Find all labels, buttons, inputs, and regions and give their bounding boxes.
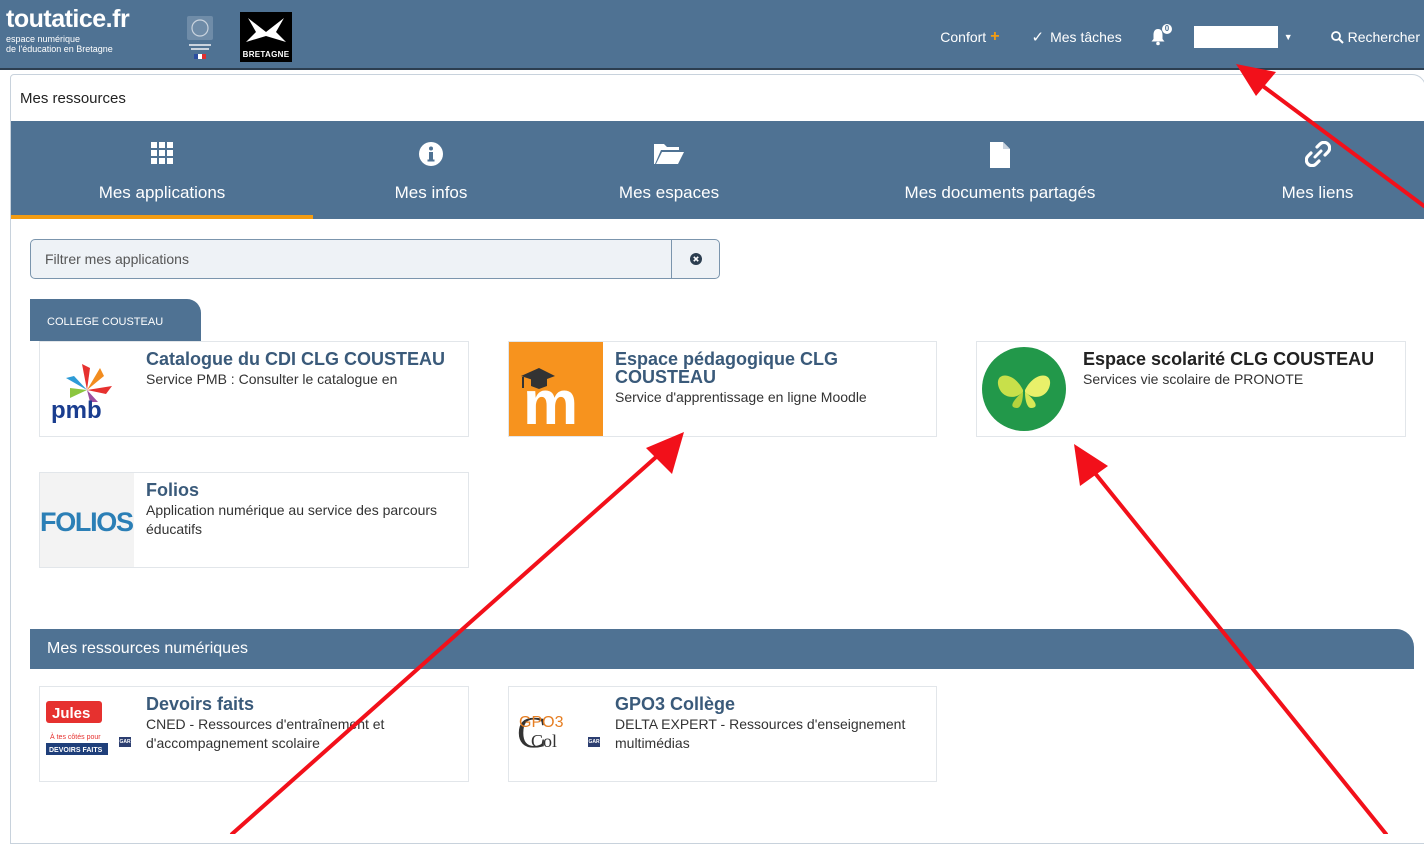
close-circle-icon: [689, 253, 702, 265]
moodle-logo-text: m: [523, 369, 578, 436]
filter-box: [30, 239, 720, 279]
search-label: Rechercher: [1347, 29, 1420, 45]
pronote-logo: [977, 342, 1071, 436]
resource-description: CNED - Ressources d'entraînement et d'ac…: [146, 716, 385, 751]
tab-label: Mes applications: [98, 183, 226, 202]
region-ermine-icon: [246, 18, 286, 42]
pmb-logo-icon: pmb: [51, 364, 112, 424]
gar-badge: GAR: [588, 737, 600, 747]
check-icon: ✓: [1031, 29, 1045, 46]
file-icon: [990, 142, 1010, 168]
pmb-logo-text: pmb: [51, 397, 102, 424]
pmb-logo: pmb: [40, 342, 134, 436]
resource-card-gpo3-college[interactable]: C GPO3 Col GAR GPO3 Collège DELTA EXPERT…: [508, 686, 937, 782]
republic-logo-icon: [187, 16, 213, 59]
resource-title: GPO3 Collège: [615, 694, 736, 714]
gpo3-logo-icon: C GPO3 Col: [517, 708, 564, 757]
gpo3-logo-text: GPO3: [519, 714, 564, 731]
group-college-cousteau: COLLEGE COUSTEAU: [30, 299, 201, 341]
tab-label: Mes infos: [394, 183, 468, 202]
moodle-logo: m: [509, 342, 603, 436]
resource-card-devoirs-faits[interactable]: Jules À tes côtés pour DEVOIRS FAITS GAR…: [39, 686, 469, 782]
filter-applications-input[interactable]: [31, 240, 671, 278]
gpo3-logo: C GPO3 Col GAR: [509, 687, 603, 781]
tasks-label: Mes tâches: [1050, 29, 1122, 45]
folios-logo: FOLIOS: [40, 473, 134, 567]
app-description: Services vie scolaire de PRONOTE: [1083, 371, 1304, 387]
plus-icon: +: [990, 28, 1000, 45]
search-link[interactable]: Rechercher: [1330, 29, 1420, 45]
tab-mes-applications[interactable]: Mes applications: [11, 121, 313, 219]
confort-menu[interactable]: Confort +: [940, 28, 999, 46]
app-card-espace-scolarite[interactable]: Espace scolarité CLG COUSTEAU Services v…: [976, 341, 1406, 437]
page-title: Mes ressources: [20, 90, 126, 107]
jules-logo-icon: Jules À tes côtés pour DEVOIRS FAITS: [46, 701, 108, 755]
devoirs-faits-logo: Jules À tes côtés pour DEVOIRS FAITS GAR: [40, 687, 134, 781]
region-bretagne-logo: BRETAGNE: [240, 12, 292, 62]
tab-label: Mes liens: [1281, 183, 1354, 202]
search-icon: [1330, 30, 1344, 44]
top-nav-links: Confort + ✓ Mes tâches 0 ▼ Rechercher: [940, 24, 1424, 50]
devoirs-faits-logo-text: DEVOIRS FAITS: [49, 747, 103, 754]
pronote-butterfly-icon: [982, 347, 1066, 431]
resource-description: DELTA EXPERT - Ressources d'enseignement…: [615, 716, 906, 751]
app-description: Service PMB : Consulter le catalogue en: [146, 371, 398, 387]
moodle-logo-icon: m: [521, 368, 578, 436]
info-icon: [419, 142, 443, 166]
brand-name: toutatice.fr: [6, 5, 130, 33]
resource-tabs: Mes applications Mes infos Mes espaces M…: [11, 121, 1424, 219]
tab-mes-infos[interactable]: Mes infos: [313, 121, 549, 219]
tab-label: Mes espaces: [618, 183, 720, 202]
app-title: Catalogue du CDI CLG COUSTEAU: [146, 349, 446, 369]
confort-label: Confort: [940, 29, 987, 45]
brand-subtitle-line1: espace numérique: [6, 34, 81, 44]
resource-title: Devoirs faits: [146, 694, 255, 714]
grid-icon: [151, 142, 173, 164]
jules-logo-caption: À tes côtés pour: [50, 732, 101, 741]
tasks-link[interactable]: ✓ Mes tâches: [1032, 28, 1122, 46]
tab-mes-espaces[interactable]: Mes espaces: [549, 121, 789, 219]
region-label: BRETAGNE: [242, 50, 290, 59]
folios-logo-icon: FOLIOS: [40, 507, 134, 537]
brand-logo[interactable]: toutatice.fr espace numérique de l'éduca…: [6, 5, 130, 54]
app-description: Application numérique au service des par…: [146, 502, 438, 537]
clear-filter-button[interactable]: [671, 240, 719, 278]
gpo3-logo-subtext: Col: [531, 731, 557, 751]
app-card-espace-pedagogique[interactable]: m Espace pédagogique CLG COUSTEAU Servic…: [508, 341, 937, 437]
app-title: Espace scolarité CLG COUSTEAU: [1083, 349, 1375, 369]
folios-logo-text: FOLIOS: [40, 507, 134, 537]
notifications-badge: 0: [1161, 24, 1173, 34]
app-title: Espace pédagogique CLG COUSTEAU: [615, 349, 839, 387]
gar-badge: GAR: [119, 737, 131, 747]
app-description: Service d'apprentissage en ligne Moodle: [615, 389, 867, 405]
app-title: Folios: [146, 480, 199, 500]
tab-mes-documents-partages[interactable]: Mes documents partagés: [789, 121, 1211, 219]
link-icon: [1304, 141, 1331, 167]
tab-label: Mes documents partagés: [904, 183, 1096, 202]
folder-open-icon: [654, 144, 684, 164]
chevron-down-icon[interactable]: ▼: [1284, 32, 1293, 42]
user-menu[interactable]: [1193, 26, 1278, 48]
jules-logo-text: Jules: [52, 705, 90, 722]
notifications-button[interactable]: 0: [1150, 24, 1174, 47]
app-card-catalogue-cdi[interactable]: pmb Catalogue du CDI CLG COUSTEAU Servic…: [39, 341, 469, 437]
section-mes-ressources-numeriques: Mes ressources numériques: [30, 629, 1414, 669]
top-navigation-bar: toutatice.fr espace numérique de l'éduca…: [0, 0, 1424, 70]
app-card-folios[interactable]: FOLIOS Folios Application numérique au s…: [39, 472, 469, 568]
brand-subtitle-line2: de l'éducation en Bretagne: [6, 44, 113, 54]
tab-mes-liens[interactable]: Mes liens: [1211, 121, 1424, 219]
